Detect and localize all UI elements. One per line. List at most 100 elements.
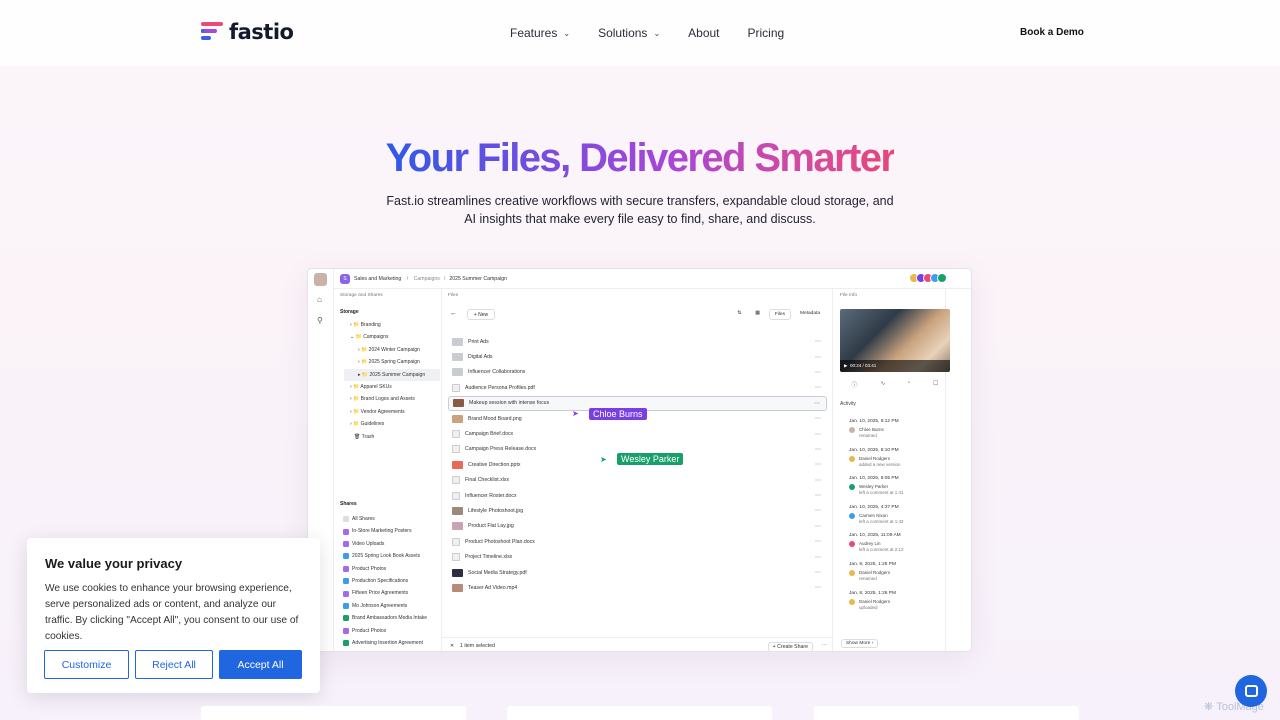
- collaborator-cursor-label: Chloe Burns: [589, 408, 647, 420]
- share-item[interactable]: Mo Johnson Agreements: [343, 600, 439, 612]
- collaborator-avatars: [909, 273, 947, 283]
- tag-icon[interactable]: ▫: [908, 380, 910, 390]
- list-item[interactable]: Audience Persona Profiles.pdf ⋯: [448, 380, 827, 395]
- home-icon[interactable]: ⌂: [317, 295, 322, 304]
- app-topbar: S Sales and Marketing / Campaigns / 2025…: [334, 269, 971, 289]
- activity-label: Activity: [840, 401, 856, 407]
- create-share-button[interactable]: + Create Share: [767, 642, 813, 651]
- shares-label: Shares: [340, 501, 357, 507]
- show-more-button[interactable]: Show More ›: [841, 639, 879, 648]
- share-item[interactable]: Product Photos: [343, 625, 439, 637]
- share-item[interactable]: Fifteen Price Agreements: [343, 587, 439, 599]
- tree-item-selected[interactable]: ▸ 📁 2025 Summer Campaign: [344, 368, 440, 381]
- list-item[interactable]: Influencer Collaborations ⋯: [448, 365, 827, 380]
- cookie-actions: Customize Reject All Accept All: [44, 650, 302, 679]
- list-item[interactable]: Print Ads ⋯: [448, 334, 827, 349]
- tree-item[interactable]: › 📁 Guidelines: [344, 418, 440, 430]
- storage-sidebar: Storage and Shares Storage › 📁 Branding …: [334, 289, 442, 651]
- activity-item: Jan. 8, 2025, 1:26 PM Daniel Rodgers renam…: [849, 561, 896, 581]
- new-button[interactable]: + New: [467, 309, 495, 320]
- logo[interactable]: fastio: [201, 20, 294, 44]
- sidebar-header: Storage and Shares: [340, 293, 383, 298]
- tree-item[interactable]: › 📁 2025 Spring Campaign: [344, 356, 440, 368]
- info-icon[interactable]: ⓘ: [851, 380, 857, 390]
- list-item[interactable]: Teaser Ad Video.mp4 ⋯: [448, 580, 827, 595]
- logo-text: fastio: [229, 20, 294, 44]
- share-item[interactable]: In-Store Marketing Posters: [343, 525, 439, 537]
- tree-item[interactable]: › 📁 2024 Winter Campaign: [344, 344, 440, 356]
- workspace-name[interactable]: Sales and Marketing: [354, 276, 401, 282]
- tree-item[interactable]: › 📁 Vendor Agreements: [344, 406, 440, 418]
- cookie-title: We value your privacy: [45, 556, 183, 571]
- share-item[interactable]: Brand Ambassadors Media Intake: [343, 612, 439, 624]
- selection-count: 1 item selected: [460, 643, 495, 649]
- activity-icon[interactable]: ∿: [880, 380, 885, 390]
- share-item[interactable]: All Shares: [343, 513, 439, 525]
- selection-bar: ✕ 1 item selected + Create Share ⋯: [442, 637, 833, 651]
- cookie-banner: We value your privacy We use cookies to …: [27, 538, 320, 693]
- files-toolbar: ← + New ⇅ ▦ Files Metadata: [450, 309, 825, 321]
- comment-icon[interactable]: ☐: [933, 380, 938, 390]
- list-item[interactable]: Lifestyle Photoshoot.jpg ⋯: [448, 503, 827, 518]
- nav-item-features[interactable]: Features ⌄: [510, 26, 570, 40]
- tab-files[interactable]: Files: [768, 309, 791, 320]
- files-panel: Files ← + New ⇅ ▦ Files Metadata Print A…: [442, 289, 833, 651]
- breadcrumb-item[interactable]: 2025 Summer Campaign: [449, 276, 507, 282]
- search-icon[interactable]: ⚲: [317, 316, 323, 325]
- list-item[interactable]: Project Timeline.xlsx ⋯: [448, 549, 827, 564]
- sort-icon[interactable]: ⇅: [732, 309, 746, 320]
- shares-list: All Shares In-Store Marketing Posters Vi…: [343, 513, 439, 649]
- chat-launcher-button[interactable]: [1235, 675, 1267, 707]
- list-item[interactable]: Product Flat Lay.jpg ⋯: [448, 519, 827, 534]
- tree-item[interactable]: › 📁 Branding: [344, 319, 440, 331]
- tree-item[interactable]: ⌄ 📁 Campaigns: [344, 331, 440, 343]
- trash-item[interactable]: 🗑 Trash: [344, 431, 440, 443]
- list-item[interactable]: Campaign Brief.docx ⋯: [448, 426, 827, 441]
- grid-icon[interactable]: ▦: [750, 309, 765, 320]
- file-info-panel: File Info ▶ 00:24 / 03:41 ⓘ ∿ ▫ ☐ Activi…: [833, 289, 950, 651]
- reject-all-button[interactable]: Reject All: [135, 650, 213, 679]
- logo-icon: [201, 22, 223, 42]
- list-item[interactable]: Product Photoshoot Plan.docx ⋯: [448, 534, 827, 549]
- more-icon[interactable]: ⋯: [822, 642, 827, 648]
- activity-item: Jan. 10, 2025, 11:09 AM Audrey Lin left a …: [849, 533, 904, 553]
- files-header: Files: [448, 293, 459, 298]
- list-item[interactable]: Influencer Roster.docx ⋯: [448, 488, 827, 503]
- list-item[interactable]: Digital Ads ⋯: [448, 349, 827, 364]
- breadcrumb-item[interactable]: Campaigns: [414, 276, 440, 282]
- info-header: File Info: [840, 293, 858, 298]
- share-item[interactable]: Advertising Insertion Agreement: [343, 637, 439, 649]
- activity-item: Jan. 10, 2025, 6:12 PM Chloe Burns renamed: [849, 419, 899, 438]
- feature-card: [814, 706, 1079, 720]
- nav-item-solutions[interactable]: Solutions ⌄: [598, 26, 660, 40]
- cursor-icon: ➤: [600, 455, 607, 464]
- view-tabs: ⇅ ▦ Files Metadata: [732, 309, 825, 320]
- list-item[interactable]: Final Checklist.xlsx ⋯: [448, 473, 827, 488]
- tree-item[interactable]: › 📁 Brand Logos and Assets: [344, 393, 440, 405]
- close-icon[interactable]: ✕: [450, 643, 454, 649]
- share-item[interactable]: 2025 Spring Look Book Assets: [343, 550, 439, 562]
- share-item[interactable]: Product Photos: [343, 563, 439, 575]
- chat-icon: [1244, 685, 1258, 697]
- tree-item[interactable]: › 📁 Apparel SKUs: [344, 381, 440, 393]
- avatar[interactable]: [314, 273, 327, 286]
- list-item[interactable]: Social Media Strategy.pdf ⋯: [448, 565, 827, 580]
- video-preview[interactable]: ▶ 00:24 / 03:41: [840, 309, 950, 372]
- accept-all-button[interactable]: Accept All: [219, 650, 302, 679]
- workspace-icon: S: [340, 273, 350, 284]
- cookie-body: We use cookies to enhance your browsing …: [45, 583, 299, 642]
- activity-item: Jan. 10, 2025, 6:10 PM Daniel Rodgers adde…: [849, 447, 901, 467]
- nav-item-pricing[interactable]: Pricing: [748, 26, 785, 40]
- tab-metadata[interactable]: Metadata: [795, 309, 825, 320]
- feature-card: [201, 706, 466, 720]
- activity-item: Jan. 10, 2025, 6:05 PM Wesley Parker left …: [849, 476, 904, 496]
- feature-card: [507, 706, 772, 720]
- nav-item-about[interactable]: About: [688, 26, 719, 40]
- activity-feed: Jan. 10, 2025, 6:12 PM Chloe Burns renamed…: [840, 419, 946, 619]
- video-controls[interactable]: ▶ 00:24 / 03:41: [840, 360, 950, 372]
- share-item[interactable]: Production Specifications: [343, 575, 439, 587]
- share-item[interactable]: Video Uploads: [343, 538, 439, 550]
- customize-button[interactable]: Customize: [44, 650, 129, 679]
- book-demo-link[interactable]: Book a Demo: [1020, 27, 1084, 38]
- back-arrow-icon[interactable]: ←: [450, 310, 457, 317]
